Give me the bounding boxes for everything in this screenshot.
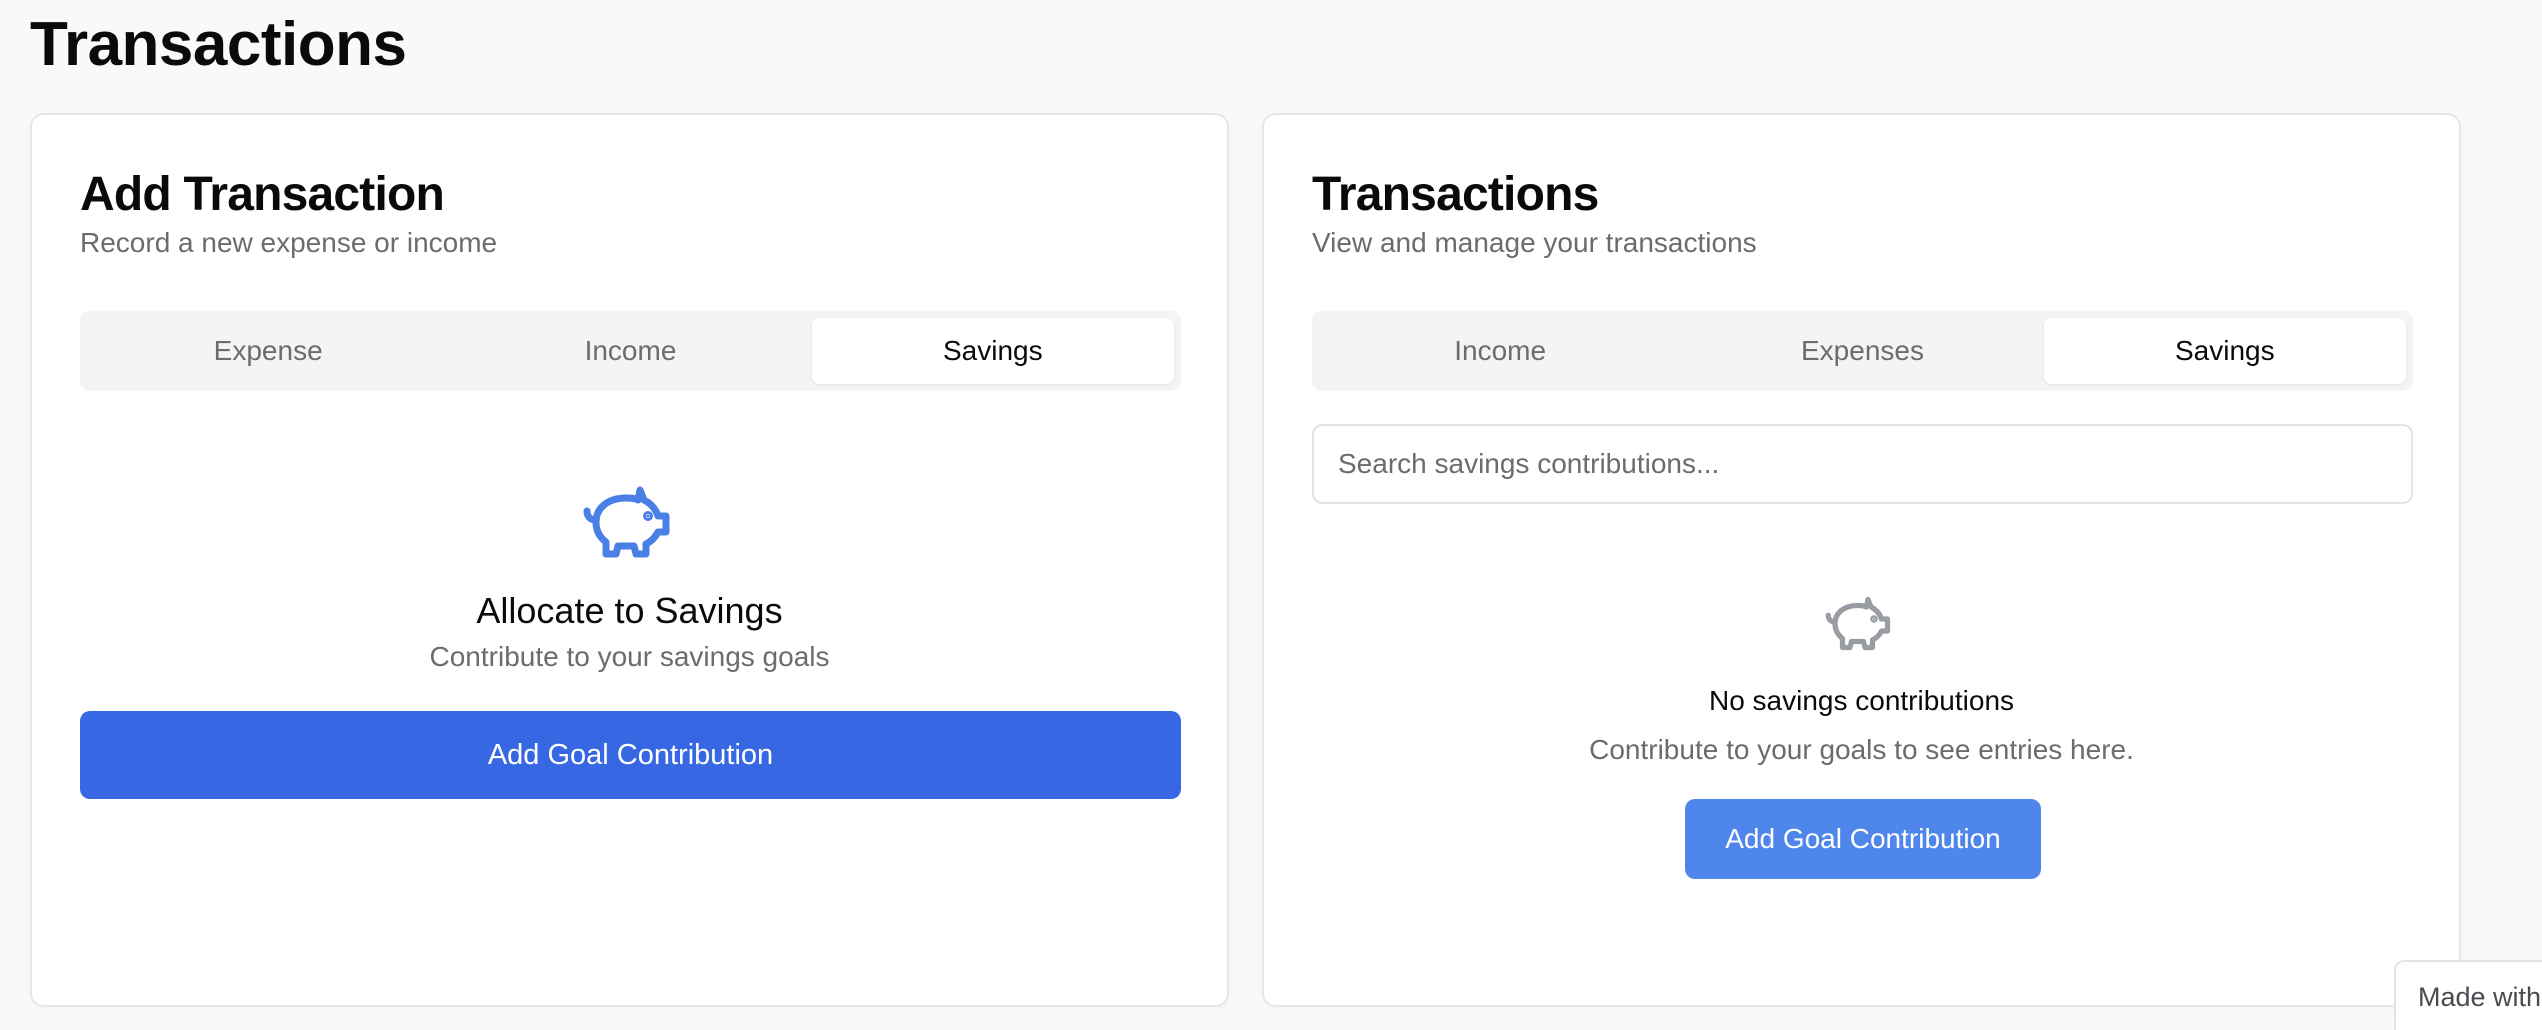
transactions-filter-tabs: Income Expenses Savings — [1312, 311, 2413, 391]
add-goal-contribution-button[interactable]: Add Goal Contribution — [1685, 799, 2041, 879]
tab-savings[interactable]: Savings — [2043, 318, 2406, 384]
empty-state-title: No savings contributions — [1708, 685, 2015, 716]
allocate-description: Contribute to your savings goals — [429, 641, 830, 672]
tab-income[interactable]: Income — [1319, 318, 1681, 384]
page-title: Transactions — [30, 10, 407, 79]
add-transaction-card: Add Transaction Record a new expense or … — [30, 113, 1229, 1007]
allocate-heading: Allocate to Savings — [476, 590, 783, 631]
tab-expenses[interactable]: Expenses — [1681, 318, 2043, 384]
add-transaction-subtitle: Record a new expense or income — [80, 227, 498, 258]
add-goal-contribution-button[interactable]: Add Goal Contribution — [80, 711, 1181, 799]
transactions-list-card: Transactions View and manage your transa… — [1262, 113, 2461, 1007]
transaction-type-tabs: Expense Income Savings — [80, 311, 1181, 391]
tab-savings[interactable]: Savings — [811, 318, 1174, 384]
tab-income[interactable]: Income — [449, 318, 811, 384]
empty-state-description: Contribute to your goals to see entries … — [1589, 734, 2134, 765]
add-transaction-title: Add Transaction — [80, 168, 445, 221]
transactions-title: Transactions — [1312, 168, 1599, 221]
search-input[interactable] — [1312, 424, 2413, 504]
piggy-bank-icon — [1825, 596, 1891, 651]
piggy-bank-icon — [583, 486, 670, 558]
tab-expense[interactable]: Expense — [87, 318, 449, 384]
made-with-badge[interactable]: Made with — [2394, 960, 2542, 1030]
transactions-subtitle: View and manage your transactions — [1312, 227, 1757, 258]
